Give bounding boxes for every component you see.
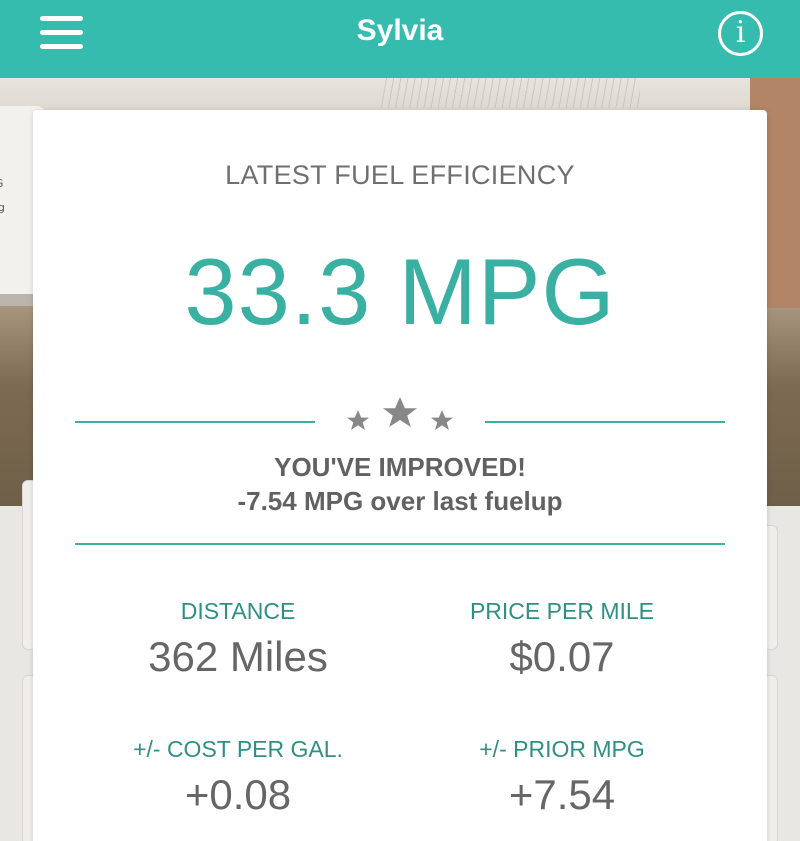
- page-title: Sylvia: [356, 14, 444, 47]
- small-star-icon: [347, 410, 369, 430]
- tree-branches: [380, 78, 640, 108]
- van-lettering: ASCATING270-eatings.us: [0, 178, 5, 214]
- stat-cost-per-gal-label: +/- COST PER GAL.: [133, 736, 343, 762]
- info-icon[interactable]: i: [718, 11, 763, 56]
- stat-price-per-mile-label: PRICE PER MILE: [469, 598, 655, 624]
- divider-left: [75, 421, 315, 423]
- stat-price-per-mile-value: $0.07: [509, 633, 615, 680]
- divider-full: [75, 543, 725, 545]
- improved-detail: -7.54 MPG over last fuelup: [237, 486, 563, 516]
- three-stars-icon: [333, 394, 467, 442]
- improved-title: YOU'VE IMPROVED!: [274, 452, 526, 482]
- card-heading: LATEST FUEL EFFICIENCY: [225, 160, 575, 190]
- stat-cost-per-gal-value: +0.08: [184, 771, 292, 818]
- large-star-icon: [383, 397, 417, 427]
- stat-distance-value: 362 Miles: [148, 633, 328, 680]
- stat-prior-mpg-value: +7.54: [508, 771, 616, 818]
- divider-right: [485, 421, 725, 423]
- mpg-value: 33.3 MPG: [184, 239, 616, 344]
- fuel-efficiency-card: LATEST FUEL EFFICIENCY 33.3 MPG YOU'VE I…: [33, 110, 767, 841]
- small-star-icon: [431, 410, 453, 430]
- app-header: Sylvia i: [0, 0, 800, 78]
- stat-distance-label: DISTANCE: [180, 598, 296, 624]
- stat-prior-mpg-label: +/- PRIOR MPG: [479, 736, 645, 762]
